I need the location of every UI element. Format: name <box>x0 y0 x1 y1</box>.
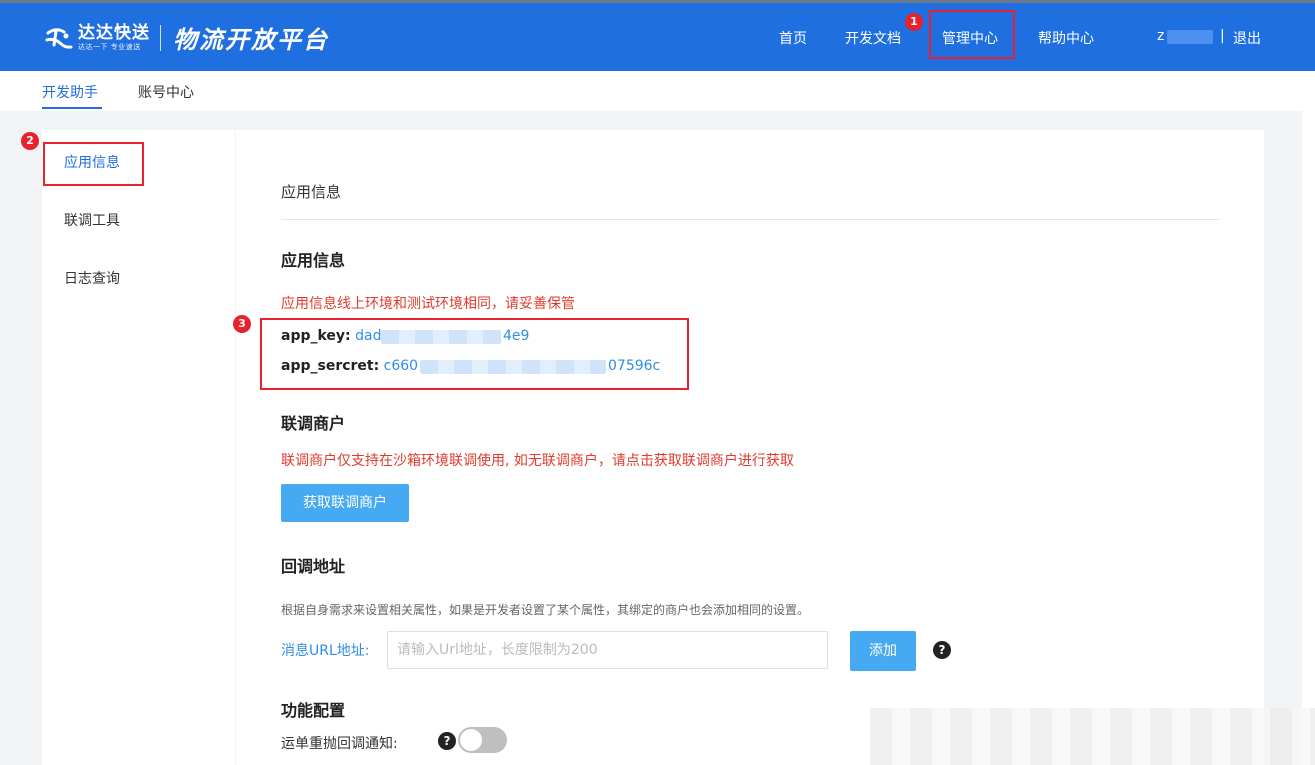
main-panel: 应用信息 应用信息 应用信息线上环境和测试环境相同，请妥善保管 app_key:… <box>236 130 1264 765</box>
sidebar: 应用信息 联调工具 日志查询 <box>42 130 235 765</box>
annotation-box-1 <box>929 10 1015 59</box>
sidebar-item-debug-tools[interactable]: 联调工具 <box>64 210 120 230</box>
annotation-badge-1: 1 <box>905 13 923 31</box>
nav-logout[interactable]: 退出 <box>1233 28 1261 48</box>
annotation-badge-3: 3 <box>233 315 251 333</box>
annotation-badge-2: 2 <box>21 132 39 150</box>
toggle-knob <box>460 729 482 751</box>
user-name[interactable]: z <box>1157 28 1164 44</box>
logo[interactable]: 达达快送 达达一下 专业速送 物流开放平台 <box>44 20 329 55</box>
brand-name: 达达快送 <box>78 23 150 43</box>
top-border <box>0 0 1315 3</box>
title-divider <box>281 219 1220 220</box>
blurred-overlay <box>870 708 1315 765</box>
sub-navigation: 开发助手 账号中心 <box>0 71 1315 111</box>
section-title-app-info: 应用信息 <box>281 251 346 270</box>
section-title-callback: 回调地址 <box>281 557 346 576</box>
dada-logo-icon <box>44 23 74 53</box>
platform-title: 物流开放平台 <box>173 26 329 54</box>
nav-docs[interactable]: 开发文档 <box>845 28 901 48</box>
top-header: 达达快送 达达一下 专业速送 物流开放平台 首页 开发文档 管理中心 帮助中心 … <box>0 0 1315 71</box>
section-title-debug-merchant: 联调商户 <box>281 414 346 433</box>
annotation-box-3 <box>260 318 689 390</box>
tab-account-center[interactable]: 账号中心 <box>138 82 194 102</box>
logo-divider <box>160 24 161 51</box>
page-title: 应用信息 <box>281 183 342 201</box>
section-title-features: 功能配置 <box>281 701 346 720</box>
active-tab-underline <box>42 107 102 109</box>
callback-url-input[interactable] <box>387 631 828 669</box>
get-debug-merchant-button[interactable]: 获取联调商户 <box>281 484 409 522</box>
annotation-box-2 <box>43 142 144 186</box>
app-info-warning: 应用信息线上环境和测试环境相同，请妥善保管 <box>281 296 575 312</box>
window-edge <box>1302 110 1315 765</box>
callback-url-label: 消息URL地址: <box>281 643 370 659</box>
nav-separator: | <box>1220 28 1225 44</box>
nav-home[interactable]: 首页 <box>779 28 807 48</box>
resend-callback-toggle[interactable] <box>458 727 507 753</box>
add-url-button[interactable]: 添加 <box>850 631 916 671</box>
resend-help-icon[interactable]: ? <box>438 732 456 750</box>
nav-help-center[interactable]: 帮助中心 <box>1038 28 1094 48</box>
brand-slogan: 达达一下 专业速送 <box>78 43 141 51</box>
callback-help-icon[interactable]: ? <box>933 641 951 659</box>
tab-dev-assistant[interactable]: 开发助手 <box>42 82 98 102</box>
debug-merchant-warning: 联调商户仅支持在沙箱环境联调使用, 如无联调商户，请点击获取联调商户进行获取 <box>281 453 794 469</box>
user-name-redaction <box>1167 30 1213 44</box>
callback-hint: 根据自身需求来设置相关属性，如果是开发者设置了某个属性，其绑定的商户也会添加相同… <box>281 603 810 617</box>
resend-callback-label: 运单重抛回调通知: <box>281 736 398 752</box>
sidebar-item-log-query[interactable]: 日志查询 <box>64 268 120 288</box>
